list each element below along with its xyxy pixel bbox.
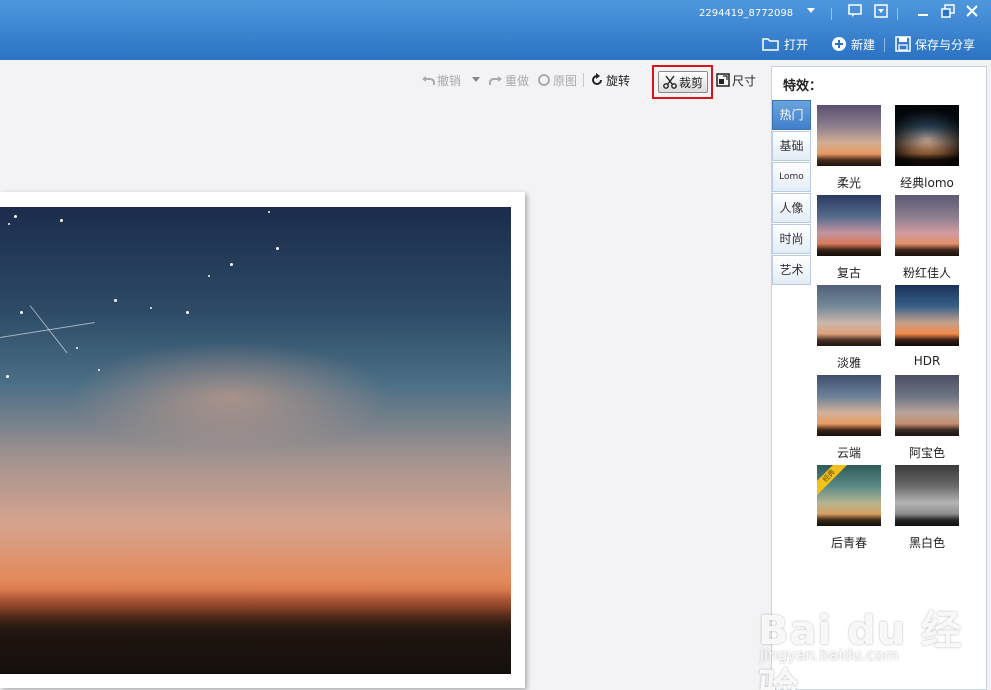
classic-badge: 经典: [817, 465, 851, 498]
effect-label: 后青春: [830, 536, 867, 550]
folder-icon: [762, 38, 779, 51]
crop-label: 裁剪: [678, 75, 703, 90]
tab-basic[interactable]: 基础: [772, 131, 811, 161]
redo-icon: [489, 76, 503, 85]
effects-panel: 特效： 热门 基础 Lomo 人像 时尚 艺术 柔光 经典lomo 复古 粉红佳…: [771, 66, 987, 690]
effect-label: 云端: [836, 446, 861, 460]
size-icon: [716, 73, 730, 87]
tab-fashion[interactable]: 时尚: [772, 224, 811, 254]
scissors-icon: [663, 75, 677, 89]
save-icon: [895, 36, 911, 52]
baidu-watermark-url: jingyan.baidu.com: [760, 646, 899, 664]
baidu-watermark-logo: Bai du 经验: [758, 608, 963, 690]
divider: [583, 73, 585, 87]
original-label: 原图: [553, 73, 578, 88]
open-label: 打开: [784, 37, 809, 52]
effect-label: 黑白色: [908, 536, 945, 550]
crop-button[interactable]: 裁剪: [658, 71, 708, 93]
save-share-label: 保存与分享: [915, 37, 976, 52]
minimize-icon[interactable]: [914, 4, 932, 22]
new-button[interactable]: 新建: [831, 34, 875, 54]
tab-art[interactable]: 艺术: [772, 255, 811, 285]
open-button[interactable]: 打开: [762, 34, 808, 54]
original-icon: [538, 74, 551, 86]
effects-panel-title: 特效：: [783, 79, 823, 94]
size-tool: 尺寸: [716, 70, 756, 90]
effect-label: 阿宝色: [908, 446, 945, 460]
effect-thumb-black-white[interactable]: [895, 465, 959, 526]
undo-dropdown-icon[interactable]: [471, 73, 481, 87]
effect-label: 粉红佳人: [902, 266, 951, 280]
undo-label: 撤销: [437, 73, 462, 88]
effect-thumb-soft-light[interactable]: [817, 105, 881, 166]
plus-circle-icon: [832, 37, 846, 51]
effect-label: HDR: [913, 354, 941, 368]
effect-thumb-retro[interactable]: [817, 195, 881, 256]
account-dropdown-icon[interactable]: [802, 4, 820, 22]
rotate-icon: [592, 73, 603, 85]
redo-button[interactable]: 重做: [489, 72, 529, 89]
effect-thumb-classic-lomo[interactable]: [895, 105, 959, 166]
effect-label: 柔光: [836, 176, 861, 190]
effect-thumb-hdr[interactable]: [895, 285, 959, 346]
close-icon[interactable]: [963, 4, 981, 22]
size-label: 尺寸: [732, 73, 757, 88]
save-share-button[interactable]: 保存与分享: [895, 34, 975, 54]
photo-preview[interactable]: [0, 207, 511, 674]
redo-label: 重做: [505, 73, 530, 88]
effect-label: 复古: [836, 266, 861, 280]
effect-thumb-post-youth[interactable]: 经典: [817, 465, 881, 526]
tab-hot[interactable]: 热门: [772, 100, 811, 130]
rotate-label: 旋转: [606, 73, 631, 88]
title-bar: 2294419_8772098 打开 新建 保存与分享: [0, 0, 991, 60]
effect-label: 淡雅: [836, 356, 861, 370]
effect-thumb-cloud[interactable]: [817, 375, 881, 436]
photo-frame: [0, 192, 525, 688]
restore-icon[interactable]: [939, 4, 957, 22]
effect-thumb-abao[interactable]: [895, 375, 959, 436]
divider: [884, 38, 885, 52]
rotate-button[interactable]: 旋转: [590, 72, 630, 89]
message-icon[interactable]: [846, 4, 864, 22]
effect-label: 经典lomo: [900, 176, 954, 190]
effect-thumb-pink-lady[interactable]: [895, 195, 959, 256]
new-label: 新建: [851, 37, 876, 52]
undo-button[interactable]: 撤销: [421, 72, 461, 89]
size-button[interactable]: 尺寸: [716, 72, 756, 89]
tab-lomo[interactable]: Lomo: [772, 162, 811, 192]
divider: [831, 8, 832, 20]
edit-toolbar: 撤销 重做 原图 旋转: [421, 70, 630, 90]
menu-icon[interactable]: [872, 4, 890, 22]
effect-thumb-elegant[interactable]: [817, 285, 881, 346]
undo-icon: [422, 76, 435, 85]
divider: [897, 8, 898, 20]
crop-highlight: 裁剪: [652, 65, 713, 99]
original-button[interactable]: 原图: [537, 72, 577, 89]
account-id[interactable]: 2294419_8772098: [699, 8, 793, 19]
tab-portrait[interactable]: 人像: [772, 193, 811, 223]
